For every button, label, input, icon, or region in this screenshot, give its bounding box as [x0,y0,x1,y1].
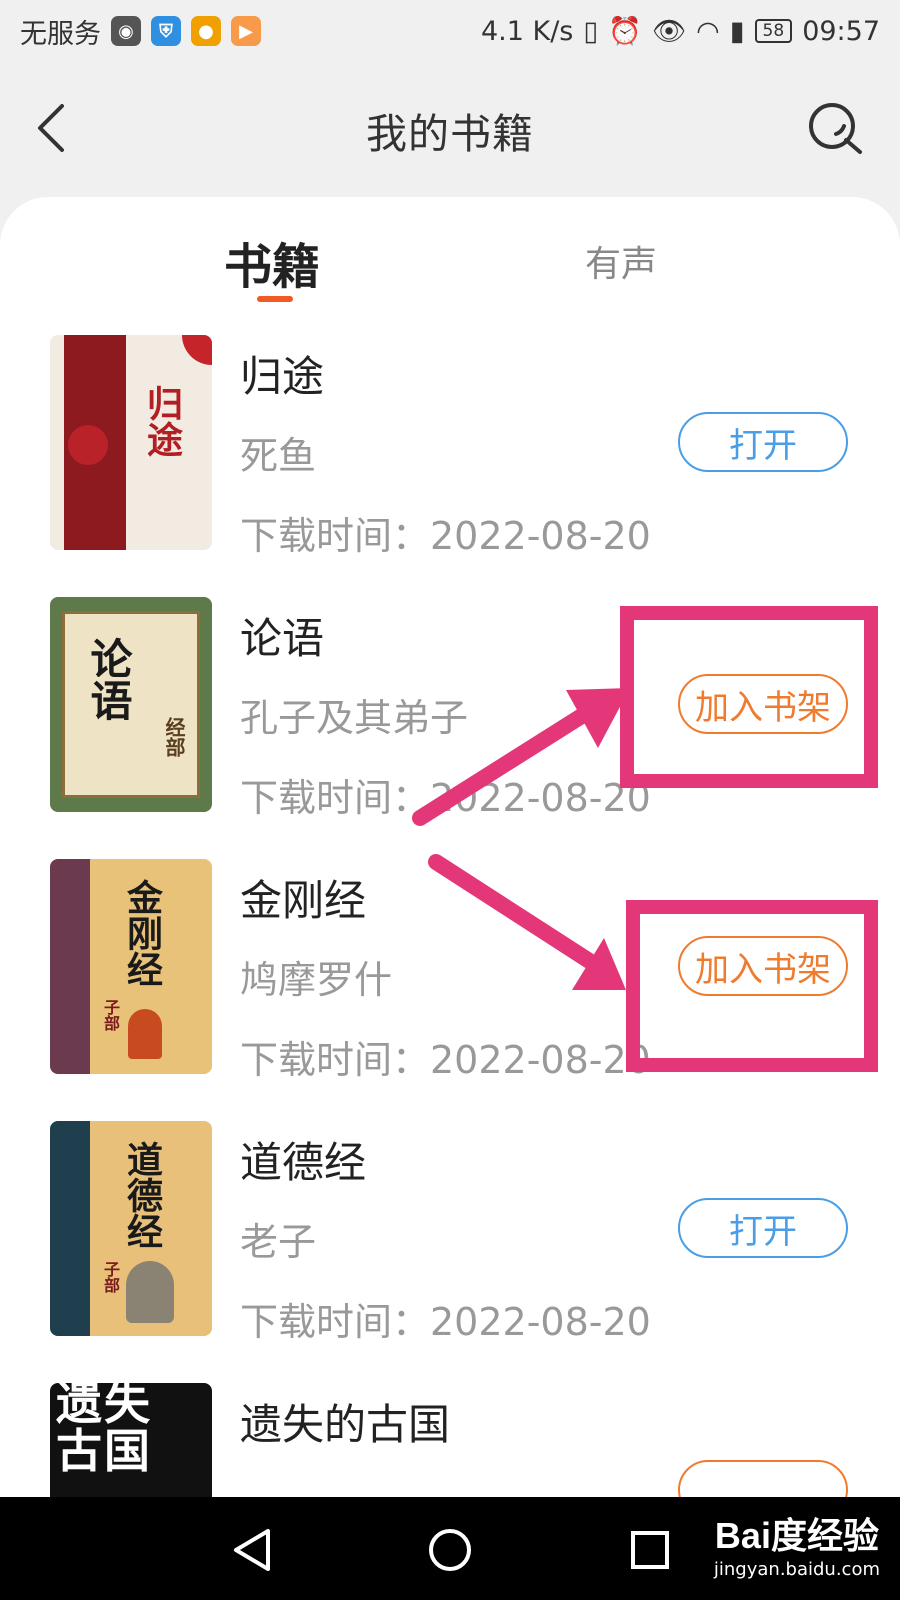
book-title: 遗失的古国 [240,1400,451,1449]
search-button[interactable] [806,100,864,158]
back-button[interactable] [32,100,72,156]
search-icon [809,103,862,154]
download-date: 下载时间：2022-08-20 [240,776,651,820]
book-author: 老子 [240,1220,317,1264]
wifi-icon: ◠ [696,15,720,47]
book-item[interactable]: 金刚经 子部 金刚经 鸠摩罗什 下载时间：2022-08-20 加入书架 [0,859,900,1121]
cover-subtitle: 经部 [162,717,186,757]
cover-subtitle: 子部 [101,1261,120,1293]
carrier-text: 无服务 [20,18,101,50]
header: 我的书籍 [0,62,900,197]
sim-alert-icon: ▮ [729,15,745,47]
open-button[interactable]: 打开 [678,412,848,472]
baidu-watermark: Bai度经验 jingyan.baidu.com [714,1507,880,1580]
book-item[interactable]: 遗失古国 遗失的古国 [0,1383,900,1497]
cover-title: 金刚经 [121,879,163,987]
book-cover[interactable]: 金刚经 子部 [50,859,212,1074]
book-cover[interactable]: 归途 [50,335,212,550]
open-button[interactable]: 打开 [678,1198,848,1258]
cover-title: 道德经 [121,1141,163,1249]
book-cover[interactable]: 遗失古国 [50,1383,212,1497]
network-speed: 4.1 K/s [480,15,574,47]
status-left: 无服务 ◉ ⛨ ● ▶ [20,12,261,51]
eye-icon: 👁 [651,16,687,47]
cover-title: 遗失古国 [56,1383,152,1478]
weibo-app-icon: ● [191,16,221,46]
book-title: 论语 [240,614,325,663]
book-title: 金刚经 [240,876,367,925]
tab-books[interactable]: 书籍 [224,227,320,297]
tab-indicator [257,296,293,302]
cover-subtitle: 子部 [101,999,120,1031]
page-title: 我的书籍 [366,109,534,158]
battery-indicator: 58 [754,19,793,43]
book-item[interactable]: 道德经 子部 道德经 老子 下载时间：2022-08-20 打开 [0,1121,900,1383]
shield-app-icon: ⛨ [151,16,181,46]
status-right: 4.1 K/s ▯ ⏰ 👁 ◠ ▮ 58 09:57 [480,15,880,48]
nav-recents-icon[interactable] [625,1525,675,1575]
book-item[interactable]: 论语 经部 论语 孔子及其弟子 下载时间：2022-08-20 加入书架 [0,597,900,859]
download-date: 下载时间：2022-08-20 [240,1038,651,1082]
nav-home-icon[interactable] [425,1525,475,1575]
download-date: 下载时间：2022-08-20 [240,1300,651,1344]
clock: 09:57 [802,15,880,47]
nav-back-icon[interactable] [228,1525,278,1575]
add-to-shelf-button[interactable] [678,1460,848,1497]
vibrate-icon: ▯ [583,15,599,47]
cover-title: 归途 [141,385,183,457]
game-app-icon: ◉ [111,16,141,46]
navigation-bar: Bai度经验 jingyan.baidu.com [0,1497,900,1600]
book-author: 孔子及其弟子 [240,696,469,740]
book-cover[interactable]: 论语 经部 [50,597,212,812]
book-author: 死鱼 [240,434,317,478]
status-bar: 无服务 ◉ ⛨ ● ▶ 4.1 K/s ▯ ⏰ 👁 ◠ ▮ 58 09:57 [0,0,900,62]
download-date: 下载时间：2022-08-20 [240,514,651,558]
alarm-icon: ⏰ [608,16,642,47]
book-author: 鸠摩罗什 [240,958,393,1002]
tab-audio[interactable]: 有声 [585,235,657,287]
content-card: 书籍 有声 归途 归途 死鱼 下载时间：2022-08-20 打开 论语 经部 [0,197,900,1497]
add-to-shelf-button[interactable]: 加入书架 [678,674,848,734]
book-item[interactable]: 归途 归途 死鱼 下载时间：2022-08-20 打开 [0,335,900,597]
back-arrow-icon [38,104,64,152]
tab-bar: 书籍 有声 [0,197,900,321]
watermark-url: jingyan.baidu.com [713,1559,880,1580]
cover-title: 论语 [84,637,133,721]
book-title: 道德经 [240,1138,367,1187]
book-title: 归途 [240,352,325,401]
add-to-shelf-button[interactable]: 加入书架 [678,936,848,996]
book-cover[interactable]: 道德经 子部 [50,1121,212,1336]
video-app-icon: ▶ [231,16,261,46]
watermark-logo: Bai度经验 [714,1515,879,1556]
book-list: 归途 归途 死鱼 下载时间：2022-08-20 打开 论语 经部 论语 孔子及… [0,335,900,1497]
